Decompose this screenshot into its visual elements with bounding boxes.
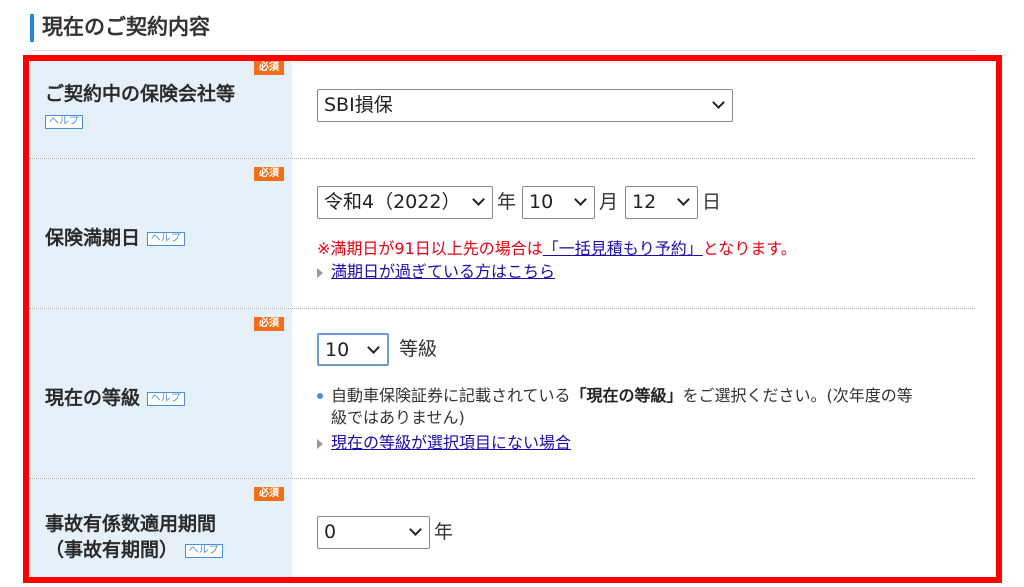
insurer-select[interactable]: SBI損保 (317, 89, 733, 122)
grade-value: 10 (325, 339, 350, 361)
help-button[interactable]: ヘルプ (146, 231, 185, 246)
insurer-select-value: SBI損保 (324, 94, 393, 116)
help-button[interactable]: ヘルプ (146, 391, 185, 406)
title-divider (30, 50, 976, 51)
month-unit: 月 (599, 191, 619, 213)
bullet-icon (317, 393, 323, 399)
triangle-right-icon (317, 267, 323, 278)
help-button[interactable]: ヘルプ (45, 114, 83, 129)
required-badge: 必須 (254, 61, 284, 75)
chevron-down-icon (367, 341, 380, 354)
expiry-year-select[interactable]: 令和4（2022） (317, 186, 493, 219)
expiry-month-value: 10 (529, 191, 554, 213)
required-badge: 必須 (254, 167, 284, 181)
row-insurer: 必須 ご契約中の保険会社等 ヘルプ SBI損保 (29, 61, 975, 159)
row-grade: 必須 現在の等級 ヘルプ 10 等級 自動車保険証券に記載されている「現在の等級… (29, 309, 975, 479)
expired-date-link[interactable]: 満期日が過ぎている方はこちら (331, 262, 555, 281)
row-expiry: 必須 保険満期日 ヘルプ 令和4（2022） 年 10 月 12 日 ※満期日が… (29, 159, 975, 309)
row-accident-period: 必須 事故有係数適用期間 （事故有期間） ヘルプ 0 年 (29, 479, 975, 577)
chevron-down-icon (574, 193, 587, 206)
expiry-label: 保険満期日 ヘルプ (45, 223, 185, 250)
chevron-down-icon (712, 96, 725, 109)
day-unit: 日 (702, 191, 722, 213)
chevron-down-icon (409, 523, 422, 536)
year-unit: 年 (497, 191, 517, 213)
accident-period-value: 0 (324, 521, 337, 543)
grade-unit: 等級 (399, 338, 438, 360)
insurer-label: ご契約中の保険会社等 (45, 83, 236, 105)
section-title: 現在のご契約内容 (30, 14, 210, 42)
accident-unit: 年 (434, 521, 454, 543)
expiry-day-select[interactable]: 12 (625, 186, 698, 219)
row-insurer-header: 必須 ご契約中の保険会社等 ヘルプ (29, 61, 292, 158)
required-badge: 必須 (254, 317, 284, 331)
chevron-down-icon (677, 193, 690, 206)
help-button[interactable]: ヘルプ (184, 543, 223, 558)
required-badge: 必須 (254, 487, 284, 501)
accident-label-line1: 事故有係数適用期間 (45, 513, 217, 535)
expiry-month-select[interactable]: 10 (522, 186, 595, 219)
grade-label: 現在の等級 ヘルプ (45, 383, 185, 410)
bulk-quote-reservation-link[interactable]: 「一括見積もり予約」 (543, 239, 703, 258)
accident-label-line2: （事故有期間） ヘルプ (45, 535, 223, 562)
grade-missing-link[interactable]: 現在の等級が選択項目にない場合 (331, 433, 571, 452)
chevron-down-icon (472, 193, 485, 206)
grade-select[interactable]: 10 (317, 333, 389, 366)
expiry-day-value: 12 (632, 191, 657, 213)
accident-period-select[interactable]: 0 (317, 516, 430, 549)
triangle-right-icon (317, 438, 323, 449)
expiry-year-value: 令和4（2022） (324, 191, 461, 213)
contract-form: 必須 ご契約中の保険会社等 ヘルプ SBI損保 必須 保険満期日 ヘルプ 令和4… (29, 61, 975, 577)
expiry-warning: ※満期日が91日以上先の場合は「一括見積もり予約」となります。 (317, 239, 797, 258)
expired-link-row: 満期日が過ぎている方はこちら (317, 258, 555, 282)
grade-note: 自動車保険証券に記載されている「現在の等級」をご選択ください。(次年度の等 級で… (317, 385, 971, 429)
grade-missing-link-row: 現在の等級が選択項目にない場合 (317, 429, 571, 453)
